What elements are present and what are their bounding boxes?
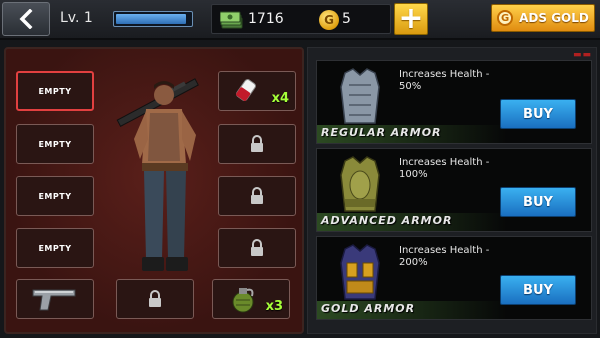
- currency-display: 1716 G 5: [211, 4, 391, 34]
- item-name: GOLD ARMOR: [321, 302, 416, 315]
- pistol-icon: [32, 289, 76, 311]
- medkit-slot[interactable]: x4: [218, 71, 296, 111]
- buy-label: BUY: [523, 194, 553, 210]
- equip-slot-3[interactable]: EMPTY: [16, 176, 94, 216]
- back-button[interactable]: [2, 2, 50, 36]
- shop-item-gold-armor: Increases Health - 200% GOLD ARMOR BUY: [316, 236, 592, 320]
- equip-slot-locked-4[interactable]: [218, 228, 296, 268]
- slot-label: EMPTY: [38, 86, 72, 96]
- armor-shop-panel: ▬▬ Increases Health - 50% REGULAR ARMOR …: [307, 47, 597, 334]
- item-description: Increases Health - 100%: [399, 157, 490, 180]
- buy-regular-armor-button[interactable]: BUY: [500, 99, 576, 129]
- equip-slot-1[interactable]: EMPTY: [16, 71, 94, 111]
- item-description: Increases Health - 200%: [399, 245, 490, 268]
- slot-label: EMPTY: [38, 191, 72, 201]
- plus-icon: +: [398, 1, 424, 36]
- item-description: Increases Health - 50%: [399, 69, 490, 92]
- buy-label: BUY: [523, 282, 553, 298]
- buy-label: BUY: [523, 106, 553, 122]
- shop-item-advanced-armor: Increases Health - 100% ADVANCED ARMOR B…: [316, 148, 592, 232]
- ads-gold-button[interactable]: G ADS GOLD: [491, 4, 595, 32]
- buy-advanced-armor-button[interactable]: BUY: [500, 187, 576, 217]
- lock-icon: [251, 187, 263, 204]
- chevron-left-icon: [19, 9, 33, 29]
- panel-decoration: ▬▬: [572, 50, 592, 60]
- item-name: REGULAR ARMOR: [321, 126, 442, 139]
- xp-progress-fill: [116, 14, 187, 24]
- shop-item-regular-armor: Increases Health - 50% REGULAR ARMOR BUY: [316, 60, 592, 144]
- cash-icon: [220, 11, 243, 29]
- regular-armor-icon: [340, 68, 380, 124]
- lock-icon: [149, 290, 161, 307]
- lock-icon: [251, 135, 263, 152]
- item-name: ADVANCED ARMOR: [321, 214, 453, 227]
- grenade-icon: [232, 288, 254, 313]
- equip-slot-locked-2[interactable]: [218, 124, 296, 164]
- slot-label: EMPTY: [38, 139, 72, 149]
- cash-amount: 1716: [248, 11, 284, 27]
- gold-armor-icon: [340, 244, 380, 300]
- slot-label: EMPTY: [38, 243, 72, 253]
- player-level: Lv. 1: [60, 10, 93, 26]
- buy-gold-armor-button[interactable]: BUY: [500, 275, 576, 305]
- pistol-slot[interactable]: [16, 279, 94, 319]
- top-bar: Lv. 1 1716 G 5 + G ADS GOLD: [0, 0, 600, 40]
- equip-slot-locked-bottom[interactable]: [116, 279, 194, 319]
- lock-icon: [251, 239, 263, 256]
- add-currency-button[interactable]: +: [394, 3, 428, 35]
- grenade-count: x3: [265, 299, 283, 314]
- equip-slot-4[interactable]: EMPTY: [16, 228, 94, 268]
- equip-slot-locked-3[interactable]: [218, 176, 296, 216]
- grenade-slot[interactable]: x3: [212, 279, 290, 319]
- ads-gold-label: ADS GOLD: [519, 11, 589, 25]
- gold-amount: 5: [342, 11, 351, 27]
- soldier-character-image: [116, 78, 199, 271]
- gold-coin-icon: G: [319, 10, 339, 30]
- gold-coin-symbol: G: [324, 13, 334, 27]
- gold-coin-icon: G: [497, 10, 514, 26]
- equipment-panel: EMPTY EMPTY EMPTY EMPTY x4 x3: [4, 47, 304, 334]
- medkit-count: x4: [271, 91, 289, 106]
- equip-slot-2[interactable]: EMPTY: [16, 124, 94, 164]
- xp-progress-bar: [113, 11, 193, 27]
- medkit-icon: [236, 79, 256, 101]
- advanced-armor-icon: [340, 156, 380, 212]
